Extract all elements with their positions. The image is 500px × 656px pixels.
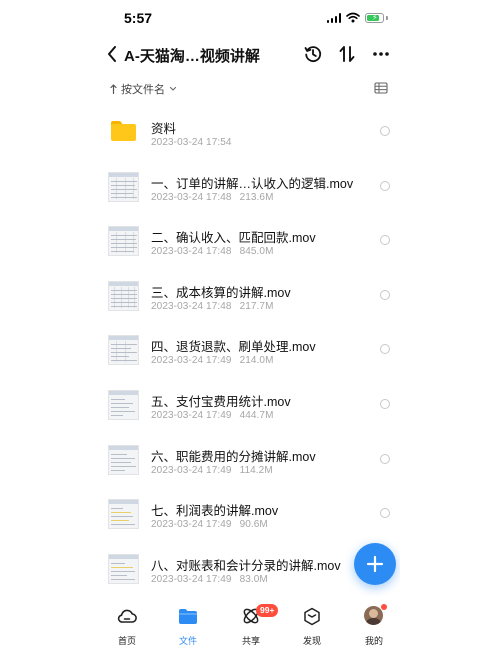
- wifi-icon: [346, 12, 360, 23]
- file-name: 六、职能费用的分摊讲解.mov: [151, 449, 316, 464]
- status-icons: ⚡: [326, 12, 388, 23]
- status-time: 5:57: [124, 10, 153, 26]
- tab-discover-label: 发现: [302, 636, 321, 646]
- notification-dot: [381, 604, 387, 610]
- battery-cap: [386, 15, 388, 20]
- list-item[interactable]: 二、确认收入、匹配回款.mov 2023-03-24 17:48 845.0M: [100, 213, 400, 268]
- file-name: 五、支付宝费用统计.mov: [151, 394, 291, 409]
- video-thumbnail: [108, 444, 139, 475]
- tab-files-label: 文件: [178, 636, 197, 646]
- plus-icon: [366, 555, 384, 573]
- more-dots-icon: [373, 52, 389, 56]
- sort-bar: 按文件名: [100, 78, 400, 98]
- status-bar: 5:57 ⚡: [100, 0, 400, 36]
- history-icon: [304, 46, 322, 63]
- file-meta: 2023-03-24 17:49 214.0M: [151, 355, 274, 367]
- arrow-up-icon: [110, 84, 117, 94]
- video-thumbnail: [108, 335, 139, 366]
- video-thumbnail: [108, 499, 139, 530]
- cellular-signal-icon: [326, 12, 341, 23]
- list-item[interactable]: 三、成本核算的讲解.mov 2023-03-24 17:48 217.7M: [100, 268, 400, 323]
- select-radio[interactable]: [380, 508, 390, 519]
- file-name: 八、对账表和会计分录的讲解.mov: [151, 558, 341, 573]
- file-meta: 2023-03-24 17:48 217.7M: [151, 300, 274, 312]
- select-radio[interactable]: [380, 289, 390, 300]
- history-button[interactable]: [302, 42, 324, 66]
- file-name: 七、利润表的讲解.mov: [151, 504, 279, 519]
- battery-icon: ⚡: [365, 12, 384, 23]
- list-view-toggle-icon[interactable]: [374, 82, 388, 94]
- phone-screen: 5:57 ⚡ A-天猫淘…视频讲解 按文件名 资料 2023-03-24 17:…: [100, 0, 400, 656]
- file-name: 一、订单的讲解…认收入的逻辑.mov: [151, 176, 354, 191]
- folder-icon: [111, 121, 136, 141]
- list-item[interactable]: 六、职能费用的分摊讲解.mov 2023-03-24 17:49 114.2M: [100, 432, 400, 487]
- nav-bar: A-天猫淘…视频讲解: [100, 38, 400, 70]
- select-radio[interactable]: [380, 180, 390, 191]
- file-meta: 2023-03-24 17:49 114.2M: [151, 464, 273, 476]
- select-radio[interactable]: [380, 126, 390, 136]
- chevron-down-icon: [169, 86, 177, 91]
- video-thumbnail: [108, 553, 139, 584]
- tab-mine-label: 我的: [364, 636, 383, 646]
- video-thumbnail: [108, 226, 139, 257]
- file-meta: 2023-03-24 17:54: [151, 137, 232, 148]
- tab-files[interactable]: 文件: [163, 604, 213, 646]
- select-radio[interactable]: [380, 235, 390, 246]
- bottom-tab-bar: 首页 文件 共享 发现 我的: [100, 596, 400, 656]
- cloud-icon: [117, 609, 137, 623]
- tab-discover[interactable]: 发现: [287, 604, 337, 646]
- add-button[interactable]: [354, 543, 396, 585]
- avatar: [364, 606, 383, 625]
- file-name: 四、退货退款、刷单处理.mov: [151, 340, 316, 355]
- file-name: 资料: [151, 122, 177, 136]
- tab-share-label: 共享: [241, 636, 260, 646]
- file-meta: 2023-03-24 17:48 845.0M: [151, 246, 274, 258]
- share-count-badge: 99+: [256, 604, 279, 617]
- video-thumbnail: [108, 171, 139, 202]
- sort-arrows-icon: [339, 46, 355, 62]
- more-button[interactable]: [370, 42, 392, 66]
- list-item[interactable]: 五、支付宝费用统计.mov 2023-03-24 17:49 444.7M: [100, 377, 400, 432]
- page-title: A-天猫淘…视频讲解: [124, 48, 260, 65]
- select-radio[interactable]: [380, 344, 390, 355]
- file-meta: 2023-03-24 17:48 213.6M: [151, 191, 274, 203]
- file-list: 资料 2023-03-24 17:54 一、订单的讲解…认收入的逻辑.mov 2…: [100, 104, 400, 595]
- list-item-folder[interactable]: 资料 2023-03-24 17:54: [100, 104, 400, 159]
- back-button[interactable]: [102, 42, 122, 66]
- chevron-left-icon: [108, 46, 116, 62]
- video-thumbnail: [108, 389, 139, 420]
- select-radio[interactable]: [380, 398, 390, 409]
- file-meta: 2023-03-24 17:49 90.6M: [151, 519, 268, 531]
- tab-mine[interactable]: 我的: [349, 604, 399, 646]
- select-radio[interactable]: [380, 453, 390, 464]
- sort-button[interactable]: [336, 42, 358, 66]
- list-item[interactable]: 四、退货退款、刷单处理.mov 2023-03-24 17:49 214.0M: [100, 322, 400, 377]
- list-item[interactable]: 一、订单的讲解…认收入的逻辑.mov 2023-03-24 17:48 213.6…: [100, 159, 400, 214]
- folder-icon: [179, 608, 197, 624]
- video-thumbnail: [108, 280, 139, 311]
- tab-home-label: 首页: [117, 636, 136, 646]
- nav-actions: [302, 42, 392, 66]
- file-meta: 2023-03-24 17:49 444.7M: [151, 409, 274, 421]
- tab-home[interactable]: 首页: [102, 604, 152, 646]
- discover-cube-icon: [304, 607, 320, 625]
- file-meta: 2023-03-24 17:49 83.0M: [151, 573, 268, 585]
- list-item[interactable]: 七、利润表的讲解.mov 2023-03-24 17:49 90.6M: [100, 486, 400, 541]
- sort-label: 按文件名: [121, 84, 165, 96]
- file-name: 二、确认收入、匹配回款.mov: [151, 231, 316, 246]
- file-name: 三、成本核算的讲解.mov: [151, 285, 291, 300]
- sort-by-name-button[interactable]: 按文件名: [110, 81, 177, 97]
